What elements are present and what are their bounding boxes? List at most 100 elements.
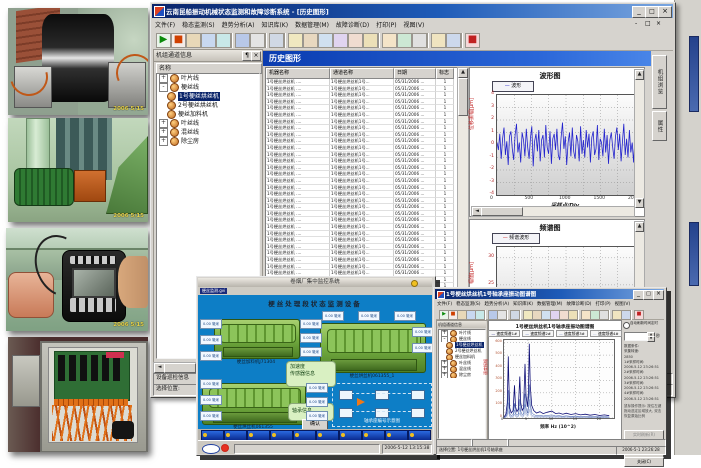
tree-item-2号梗丝烘丝机[interactable]: 2号梗丝烘丝机 xyxy=(157,101,259,110)
menu-item[interactable]: 趋势分析(A) xyxy=(484,301,509,307)
table-row[interactable]: 1号梗丝烘丝机 ....1号梗丝烘丝机1号...05/31/2006 ...1 xyxy=(266,191,458,198)
spin-down-icon[interactable]: ▼ xyxy=(647,336,655,342)
sensor-value-box[interactable]: 0.00 毫米 xyxy=(412,327,432,337)
sensor-value-box[interactable]: 0.00 毫米 xyxy=(412,343,432,353)
tree-item-除尘房[interactable]: +除尘房 xyxy=(157,137,259,146)
table-row[interactable]: 1号梗丝烘丝机 ....1号梗丝烘丝机1号...05/31/2006 ...1 xyxy=(266,105,458,112)
waveform-h-scrollbar[interactable]: ◄ xyxy=(471,206,635,217)
dock-close-icon[interactable]: × xyxy=(251,51,261,61)
refresh-seconds-input[interactable] xyxy=(624,332,648,341)
table-header-2[interactable]: 日期 xyxy=(394,68,436,79)
toolbar-icon[interactable]: ■ xyxy=(634,310,644,320)
toolbar-icon[interactable] xyxy=(269,33,284,48)
table-row[interactable]: 1号梗丝烘丝机 ....1号梗丝烘丝机1号...05/31/2006 ...1 xyxy=(266,257,458,264)
tree-expander-icon[interactable]: + xyxy=(159,74,168,83)
sensor-value-box[interactable]: 0.00 毫米 xyxy=(322,311,344,321)
sensor-value-box[interactable]: 0.00 毫米 xyxy=(200,395,222,405)
spectrum-titlebar[interactable]: 1号梗丝烘丝机1号轴承座振动图谱图 xyxy=(435,289,664,299)
sensor-value-box[interactable]: 0.00 毫米 xyxy=(306,383,328,393)
sensor-value-box[interactable]: 0.00 毫米 xyxy=(200,335,222,345)
toolbar-icon[interactable] xyxy=(216,33,231,48)
toolbar-icon[interactable] xyxy=(333,33,348,48)
tree-expander-icon[interactable]: + xyxy=(159,128,168,137)
minimize-button[interactable]: _ xyxy=(632,6,646,18)
button-关闭(C)[interactable]: 关闭(C) xyxy=(624,457,664,467)
table-row[interactable]: 1号梗丝烘丝机 ....1号梗丝烘丝机1号...05/31/2006 ...1 xyxy=(266,231,458,238)
scroll-up-icon[interactable]: ▲ xyxy=(635,222,644,232)
tree-item-梗丝加料机[interactable]: 梗丝加料机 xyxy=(157,110,259,119)
table-row[interactable]: 1号梗丝烘丝机 ....1号梗丝烘丝机1号...05/31/2006 ...1 xyxy=(266,211,458,218)
table-row[interactable]: 1号梗丝烘丝机 ....1号梗丝烘丝机1号...05/31/2006 ...1 xyxy=(266,152,458,159)
toolbar-icon[interactable] xyxy=(201,33,216,48)
tree-item-叶片线[interactable]: +叶片线 xyxy=(157,74,259,83)
table-row[interactable]: 1号梗丝烘丝机 ....1号梗丝烘丝机1号...05/31/2006 ...1 xyxy=(266,79,458,86)
table-row[interactable]: 1号梗丝烘丝机 ....1号梗丝烘丝机1号...05/31/2006 ...1 xyxy=(266,224,458,231)
sensor-value-box[interactable]: 0.00 毫米 xyxy=(200,411,222,421)
menu-item[interactable]: 视图(V) xyxy=(615,301,631,307)
scroll-up-icon[interactable]: ▲ xyxy=(635,70,644,80)
table-row[interactable]: 1号梗丝烘丝机 ....1号梗丝烘丝机1号...05/31/2006 ...1 xyxy=(266,99,458,106)
table-header-1[interactable]: 通道名称 xyxy=(330,68,394,79)
sensor-value-box[interactable]: 0.00 毫米 xyxy=(300,333,322,343)
mdi-restore-button[interactable]: □ xyxy=(645,20,651,27)
menu-item[interactable]: 文件(F) xyxy=(155,20,175,29)
waveform-v-scrollbar[interactable]: ▲ ▼ xyxy=(634,69,645,207)
scada-titlebar[interactable]: 卷烟厂集中监控系统 xyxy=(198,278,432,287)
toolbar-icon[interactable] xyxy=(397,33,412,48)
table-row[interactable]: 1号梗丝烘丝机 ....1号梗丝烘丝机1号...05/31/2006 ...1 xyxy=(266,125,458,132)
tree-expander-icon[interactable]: - xyxy=(441,336,448,342)
menu-item[interactable]: 数据管理(M) xyxy=(537,301,562,307)
toolbar-icon[interactable] xyxy=(412,33,427,48)
toolbar-icon[interactable] xyxy=(250,33,265,48)
toolbar-icon[interactable]: ■ xyxy=(171,33,186,48)
toolbar-icon[interactable] xyxy=(186,33,201,48)
toolbar-icon[interactable]: ▶ xyxy=(156,33,171,48)
table-row[interactable]: 1号梗丝烘丝机 ....1号梗丝烘丝机1号...05/31/2006 ...1 xyxy=(266,250,458,257)
table-row[interactable]: 1号梗丝烘丝机 ....1号梗丝烘丝机1号...05/31/2006 ...1 xyxy=(266,158,458,165)
tree-expander-icon[interactable]: + xyxy=(159,137,168,146)
toolbar-icon[interactable] xyxy=(363,33,378,48)
menu-item[interactable]: 趋势分析(A) xyxy=(222,20,255,29)
table-row[interactable]: 1号梗丝烘丝机 ....1号梗丝烘丝机1号...05/31/2006 ...1 xyxy=(266,92,458,99)
tree-expander-icon[interactable]: + xyxy=(159,119,168,128)
table-row[interactable]: 1号梗丝烘丝机 ....1号梗丝烘丝机1号...05/31/2006 ...1 xyxy=(266,119,458,126)
sensor-value-box[interactable]: 0.00 毫米 xyxy=(306,397,328,407)
spectrum-tree[interactable]: +叶片线-梗丝线1号梗丝烘丝机2号梗丝烘丝机梗丝加料机+叶丝线+混丝线+除尘房 xyxy=(438,329,486,439)
mdi-close-button[interactable]: × xyxy=(656,20,661,27)
menu-item[interactable]: 文件(F) xyxy=(437,301,452,307)
side-tab-props[interactable]: 属性 xyxy=(652,111,667,141)
toolbar-icon[interactable] xyxy=(235,33,250,48)
menu-item[interactable]: 数据管理(M) xyxy=(295,20,329,29)
table-row[interactable]: 1号梗丝烘丝机 ....1号梗丝烘丝机1号...05/31/2006 ...1 xyxy=(266,264,458,271)
auto-refresh-radio[interactable] xyxy=(623,322,630,329)
toolbar-icon[interactable] xyxy=(382,33,397,48)
table-row[interactable]: 1号梗丝烘丝机 ....1号梗丝烘丝机1号...05/31/2006 ...1 xyxy=(266,178,458,185)
close-button[interactable]: × xyxy=(658,6,672,18)
toolbar-icon[interactable] xyxy=(303,33,318,48)
table-row[interactable]: 1号梗丝烘丝机 ....1号梗丝烘丝机1号...05/31/2006 ...1 xyxy=(266,185,458,192)
scroll-thumb[interactable] xyxy=(458,78,468,116)
tree-item-1号梗丝烘丝机[interactable]: 1号梗丝烘丝机 xyxy=(157,92,259,101)
menu-item[interactable]: 稳态监测(S) xyxy=(182,20,215,29)
tree-item-除尘房[interactable]: +除尘房 xyxy=(439,372,485,378)
tree-item-梗丝线[interactable]: -梗丝线 xyxy=(157,83,259,92)
table-row[interactable]: 1号梗丝烘丝机 ....1号梗丝烘丝机1号...05/31/2006 ...1 xyxy=(266,138,458,145)
sensor-value-box[interactable]: 0.00 毫米 xyxy=(300,347,322,357)
toolbar-icon[interactable]: ■ xyxy=(465,33,480,48)
table-row[interactable]: 1号梗丝烘丝机 ....1号梗丝烘丝机1号...05/31/2006 ...1 xyxy=(266,171,458,178)
sensor-value-box[interactable]: 0.00 毫米 xyxy=(306,411,328,421)
table-row[interactable]: 1号梗丝烘丝机 ....1号梗丝烘丝机1号...05/31/2006 ...1 xyxy=(266,204,458,211)
toolbar-icon[interactable] xyxy=(446,33,461,48)
tree-item-混丝线[interactable]: +混丝线 xyxy=(157,128,259,137)
table-header-0[interactable]: 机器名称 xyxy=(266,68,330,79)
tree-expander-icon[interactable]: - xyxy=(159,83,168,92)
menu-item[interactable]: 打印(P) xyxy=(376,20,396,29)
sensor-value-box[interactable]: 0.00 毫米 xyxy=(200,319,222,329)
sensor-value-box[interactable]: 0.00 毫米 xyxy=(300,319,322,329)
mdi-minimize-button[interactable]: - xyxy=(635,20,637,27)
menu-item[interactable]: 知识库(K) xyxy=(513,301,533,307)
table-row[interactable]: 1号梗丝烘丝机 ....1号梗丝烘丝机1号...05/31/2006 ...1 xyxy=(266,198,458,205)
scroll-thumb[interactable] xyxy=(481,207,523,216)
scroll-up-icon[interactable]: ▲ xyxy=(458,68,468,78)
sensor-value-box[interactable]: 0.00 毫米 xyxy=(358,311,380,321)
